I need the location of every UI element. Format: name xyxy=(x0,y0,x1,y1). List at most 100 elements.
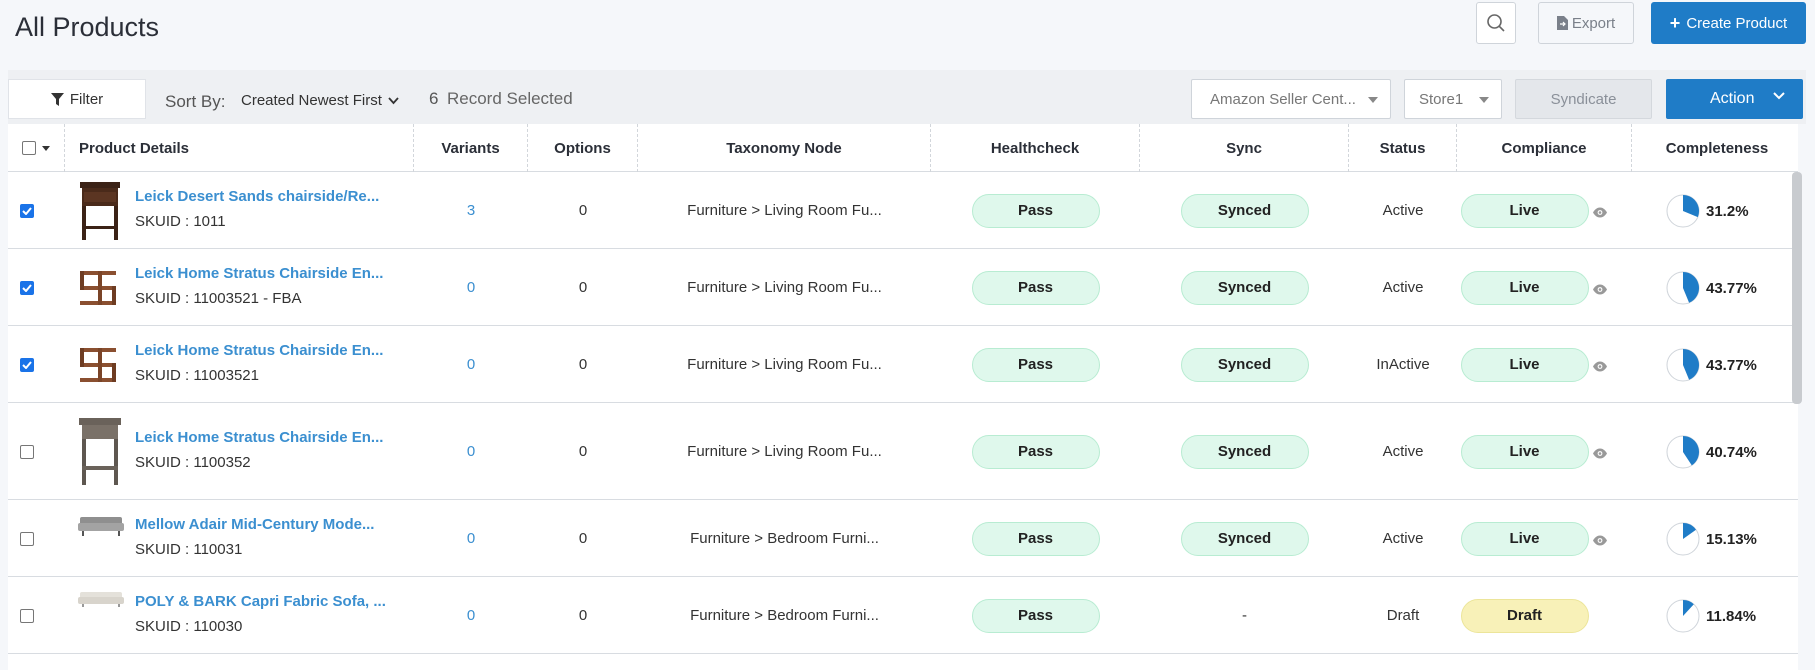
select-all-cell xyxy=(8,124,65,172)
product-name-link[interactable]: POLY & BARK Capri Fabric Sofa, ... xyxy=(135,593,386,610)
status-value: Active xyxy=(1382,530,1424,547)
healthcheck-badge[interactable]: Pass xyxy=(971,347,1100,382)
col-completeness[interactable]: Completeness xyxy=(1632,124,1802,172)
file-export-icon xyxy=(1556,16,1568,30)
variants-link[interactable]: 0 xyxy=(467,279,475,296)
healthcheck-cell: Pass xyxy=(931,250,1140,325)
product-thumbnail[interactable] xyxy=(78,416,126,493)
sync-badge[interactable]: Synced xyxy=(1180,434,1309,469)
row-checkbox[interactable] xyxy=(19,280,34,295)
table-row[interactable]: Mellow Adair Mid-Century Mode... SKUID : … xyxy=(8,501,1798,577)
healthcheck-badge[interactable]: Pass xyxy=(971,193,1100,228)
sort-by-value: Created Newest First xyxy=(241,92,382,109)
product-thumbnail[interactable] xyxy=(78,590,126,613)
col-status[interactable]: Status xyxy=(1349,124,1457,172)
compliance-badge[interactable]: Live xyxy=(1460,347,1589,382)
table-row[interactable]: Leick Home Stratus Chairside En... SKUID … xyxy=(8,404,1798,500)
view-compliance[interactable] xyxy=(1592,282,1608,300)
caret-down-icon[interactable] xyxy=(42,145,50,151)
col-variants[interactable]: Variants xyxy=(414,124,528,172)
row-select-cell xyxy=(8,250,45,325)
compliance-badge[interactable]: Live xyxy=(1460,270,1589,305)
sync-cell: Synced xyxy=(1140,404,1349,499)
col-product-details[interactable]: Product Details xyxy=(65,124,414,172)
compliance-cell: Draft xyxy=(1457,578,1592,653)
select-all-checkbox[interactable] xyxy=(22,141,36,155)
status-value: InActive xyxy=(1376,356,1430,373)
filter-button[interactable]: Filter xyxy=(8,79,146,119)
completeness-value: 43.77% xyxy=(1706,356,1757,374)
row-checkbox[interactable] xyxy=(19,608,34,623)
variants-cell: 0 xyxy=(414,250,528,325)
healthcheck-cell: Pass xyxy=(931,404,1140,499)
sync-badge[interactable]: Synced xyxy=(1180,347,1309,382)
healthcheck-badge[interactable]: Pass xyxy=(971,598,1100,633)
action-button[interactable]: Action xyxy=(1666,79,1803,119)
eye-icon[interactable] xyxy=(1592,448,1608,459)
variants-link[interactable]: 3 xyxy=(467,202,475,219)
options-value: 0 xyxy=(578,530,588,547)
table-scrollbar[interactable] xyxy=(1792,172,1802,404)
col-options[interactable]: Options xyxy=(528,124,638,172)
variants-link[interactable]: 0 xyxy=(467,443,475,460)
table-row[interactable]: Leick Home Stratus Chairside En... SKUID … xyxy=(8,250,1798,326)
sort-by-label: Sort By: xyxy=(165,92,226,111)
row-checkbox[interactable] xyxy=(19,203,34,218)
product-thumbnail[interactable] xyxy=(78,180,126,247)
col-compliance[interactable]: Compliance xyxy=(1457,124,1632,172)
compliance-badge[interactable]: Live xyxy=(1460,193,1589,228)
search-button[interactable] xyxy=(1476,2,1516,44)
compliance-badge[interactable]: Draft xyxy=(1460,598,1589,633)
sort-by-dropdown[interactable]: Created Newest First xyxy=(241,92,399,109)
eye-icon[interactable] xyxy=(1592,284,1608,295)
compliance-cell: Live xyxy=(1457,173,1592,248)
channel-select[interactable]: Amazon Seller Cent... xyxy=(1191,79,1391,119)
variants-link[interactable]: 0 xyxy=(467,530,475,547)
create-product-button[interactable]: + Create Product xyxy=(1651,2,1806,44)
product-name-link[interactable]: Leick Home Stratus Chairside En... xyxy=(135,429,383,446)
view-compliance[interactable] xyxy=(1592,359,1608,377)
product-name-link[interactable]: Mellow Adair Mid-Century Mode... xyxy=(135,516,374,533)
view-compliance[interactable] xyxy=(1592,533,1608,551)
table-row[interactable]: POLY & BARK Capri Fabric Sofa, ... SKUID … xyxy=(8,578,1798,654)
healthcheck-badge[interactable]: Pass xyxy=(971,434,1100,469)
eye-icon[interactable] xyxy=(1592,535,1608,546)
row-checkbox[interactable] xyxy=(19,357,34,372)
col-healthcheck[interactable]: Healthcheck xyxy=(931,124,1140,172)
variants-cell: 0 xyxy=(414,578,528,653)
sync-badge[interactable]: Synced xyxy=(1180,521,1309,556)
product-name-link[interactable]: Leick Home Stratus Chairside En... xyxy=(135,265,383,282)
variants-link[interactable]: 0 xyxy=(467,607,475,624)
healthcheck-badge[interactable]: Pass xyxy=(971,521,1100,556)
healthcheck-badge[interactable]: Pass xyxy=(971,270,1100,305)
table-row[interactable]: Leick Desert Sands chairside/Re... SKUID … xyxy=(8,173,1798,249)
view-compliance[interactable] xyxy=(1592,205,1608,223)
compliance-badge[interactable]: Live xyxy=(1460,434,1589,469)
sync-cell: - xyxy=(1140,578,1349,653)
eye-icon[interactable] xyxy=(1592,361,1608,372)
compliance-cell: Live xyxy=(1457,250,1592,325)
product-thumbnail[interactable] xyxy=(78,269,126,312)
healthcheck-cell: Pass xyxy=(931,578,1140,653)
product-name-link[interactable]: Leick Home Stratus Chairside En... xyxy=(135,342,383,359)
col-sync[interactable]: Sync xyxy=(1140,124,1349,172)
eye-icon[interactable] xyxy=(1592,207,1608,218)
product-thumbnail[interactable] xyxy=(78,513,126,542)
table-row[interactable]: Leick Home Stratus Chairside En... SKUID … xyxy=(8,327,1798,403)
product-name-link[interactable]: Leick Desert Sands chairside/Re... xyxy=(135,188,379,205)
store-select[interactable]: Store1 xyxy=(1404,79,1502,119)
syndicate-button[interactable]: Syndicate xyxy=(1515,79,1652,119)
check-icon xyxy=(21,360,32,369)
export-button[interactable]: Export xyxy=(1538,2,1634,44)
sync-badge[interactable]: Synced xyxy=(1180,270,1309,305)
variants-link[interactable]: 0 xyxy=(467,356,475,373)
row-checkbox[interactable] xyxy=(19,531,34,546)
completeness-cell: 15.13% xyxy=(1666,522,1757,556)
compliance-badge[interactable]: Live xyxy=(1460,521,1589,556)
view-compliance[interactable] xyxy=(1592,446,1608,464)
product-thumbnail[interactable] xyxy=(78,346,126,389)
sync-badge[interactable]: Synced xyxy=(1180,193,1309,228)
row-checkbox[interactable] xyxy=(19,444,34,459)
col-taxonomy-node[interactable]: Taxonomy Node xyxy=(638,124,931,172)
product-sku: SKUID : 110031 xyxy=(135,541,243,558)
